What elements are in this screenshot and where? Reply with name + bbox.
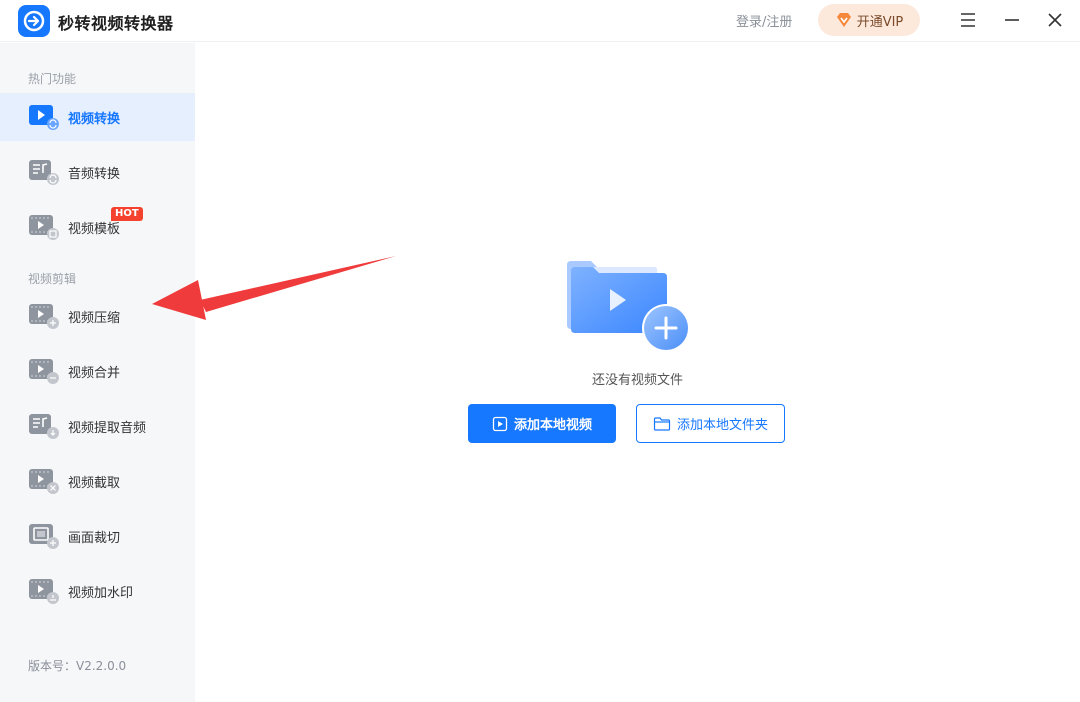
- hot-badge: HOT: [111, 207, 143, 221]
- video-cut-icon: [29, 469, 59, 494]
- video-file-icon: [492, 416, 508, 431]
- sidebar-item-video-template[interactable]: 视频模板 HOT: [0, 203, 195, 251]
- main-panel: 还没有视频文件 添加本地视频 添加本地文件夹: [195, 43, 1080, 702]
- sidebar-item-video-cut[interactable]: 视频截取: [0, 457, 195, 505]
- video-merge-icon: [29, 359, 59, 384]
- sidebar-item-video-merge[interactable]: 视频合并: [0, 347, 195, 395]
- vip-diamond-icon: [836, 13, 851, 27]
- app-title: 秒转视频转换器: [58, 14, 174, 33]
- add-local-folder-label: 添加本地文件夹: [676, 418, 768, 433]
- empty-folder-video-icon: [567, 261, 690, 352]
- extract-audio-icon: [29, 414, 59, 439]
- vip-label: 开通VIP: [856, 14, 904, 30]
- login-register-link[interactable]: 登录/注册: [736, 11, 792, 30]
- section-hot-label: 热门功能: [28, 72, 77, 86]
- video-compress-icon: [29, 304, 59, 329]
- sidebar-item-video-compress[interactable]: 视频压缩: [0, 292, 195, 340]
- watermark-icon: [29, 579, 59, 604]
- sidebar-item-label: 视频转换: [68, 112, 121, 127]
- sidebar-item-watermark[interactable]: 视频加水印: [0, 567, 195, 615]
- folder-icon: [653, 416, 671, 431]
- close-icon[interactable]: [1041, 6, 1069, 34]
- sidebar-item-label: 视频合并: [68, 366, 121, 381]
- add-local-video-button[interactable]: 添加本地视频: [468, 404, 616, 443]
- sidebar-item-video-convert[interactable]: 视频转换: [0, 93, 195, 141]
- menu-icon[interactable]: [954, 6, 982, 34]
- sidebar-item-label: 音频转换: [68, 167, 121, 182]
- open-vip-button[interactable]: 开通VIP: [818, 4, 920, 36]
- sidebar-item-crop[interactable]: 画面裁切: [0, 512, 195, 560]
- minimize-icon[interactable]: [998, 6, 1026, 34]
- sidebar-item-label: 视频截取: [68, 476, 121, 491]
- video-convert-icon: [29, 105, 59, 130]
- sidebar: 热门功能 视频转换 音频转换 视频模板 HOT 视频剪辑 视频压缩 视频合并 视…: [0, 43, 195, 702]
- crop-icon: [29, 524, 59, 549]
- sidebar-item-label: 视频压缩: [68, 311, 121, 326]
- sidebar-item-label: 视频加水印: [68, 586, 134, 601]
- sidebar-item-audio-convert[interactable]: 音频转换: [0, 148, 195, 196]
- section-edit-label: 视频剪辑: [28, 272, 77, 286]
- video-template-icon: [29, 215, 59, 240]
- audio-convert-icon: [29, 160, 59, 185]
- empty-state-text: 还没有视频文件: [591, 373, 683, 388]
- sidebar-item-extract-audio[interactable]: 视频提取音频: [0, 402, 195, 450]
- add-local-video-label: 添加本地视频: [513, 418, 592, 433]
- sidebar-item-label: 画面裁切: [68, 531, 121, 546]
- version-label: 版本号：V2.2.0.0: [28, 659, 127, 673]
- sidebar-item-label: 视频提取音频: [68, 421, 147, 436]
- app-logo-icon: [18, 5, 50, 37]
- title-bar: 秒转视频转换器 登录/注册 开通VIP: [0, 0, 1080, 42]
- add-local-folder-button[interactable]: 添加本地文件夹: [636, 404, 785, 443]
